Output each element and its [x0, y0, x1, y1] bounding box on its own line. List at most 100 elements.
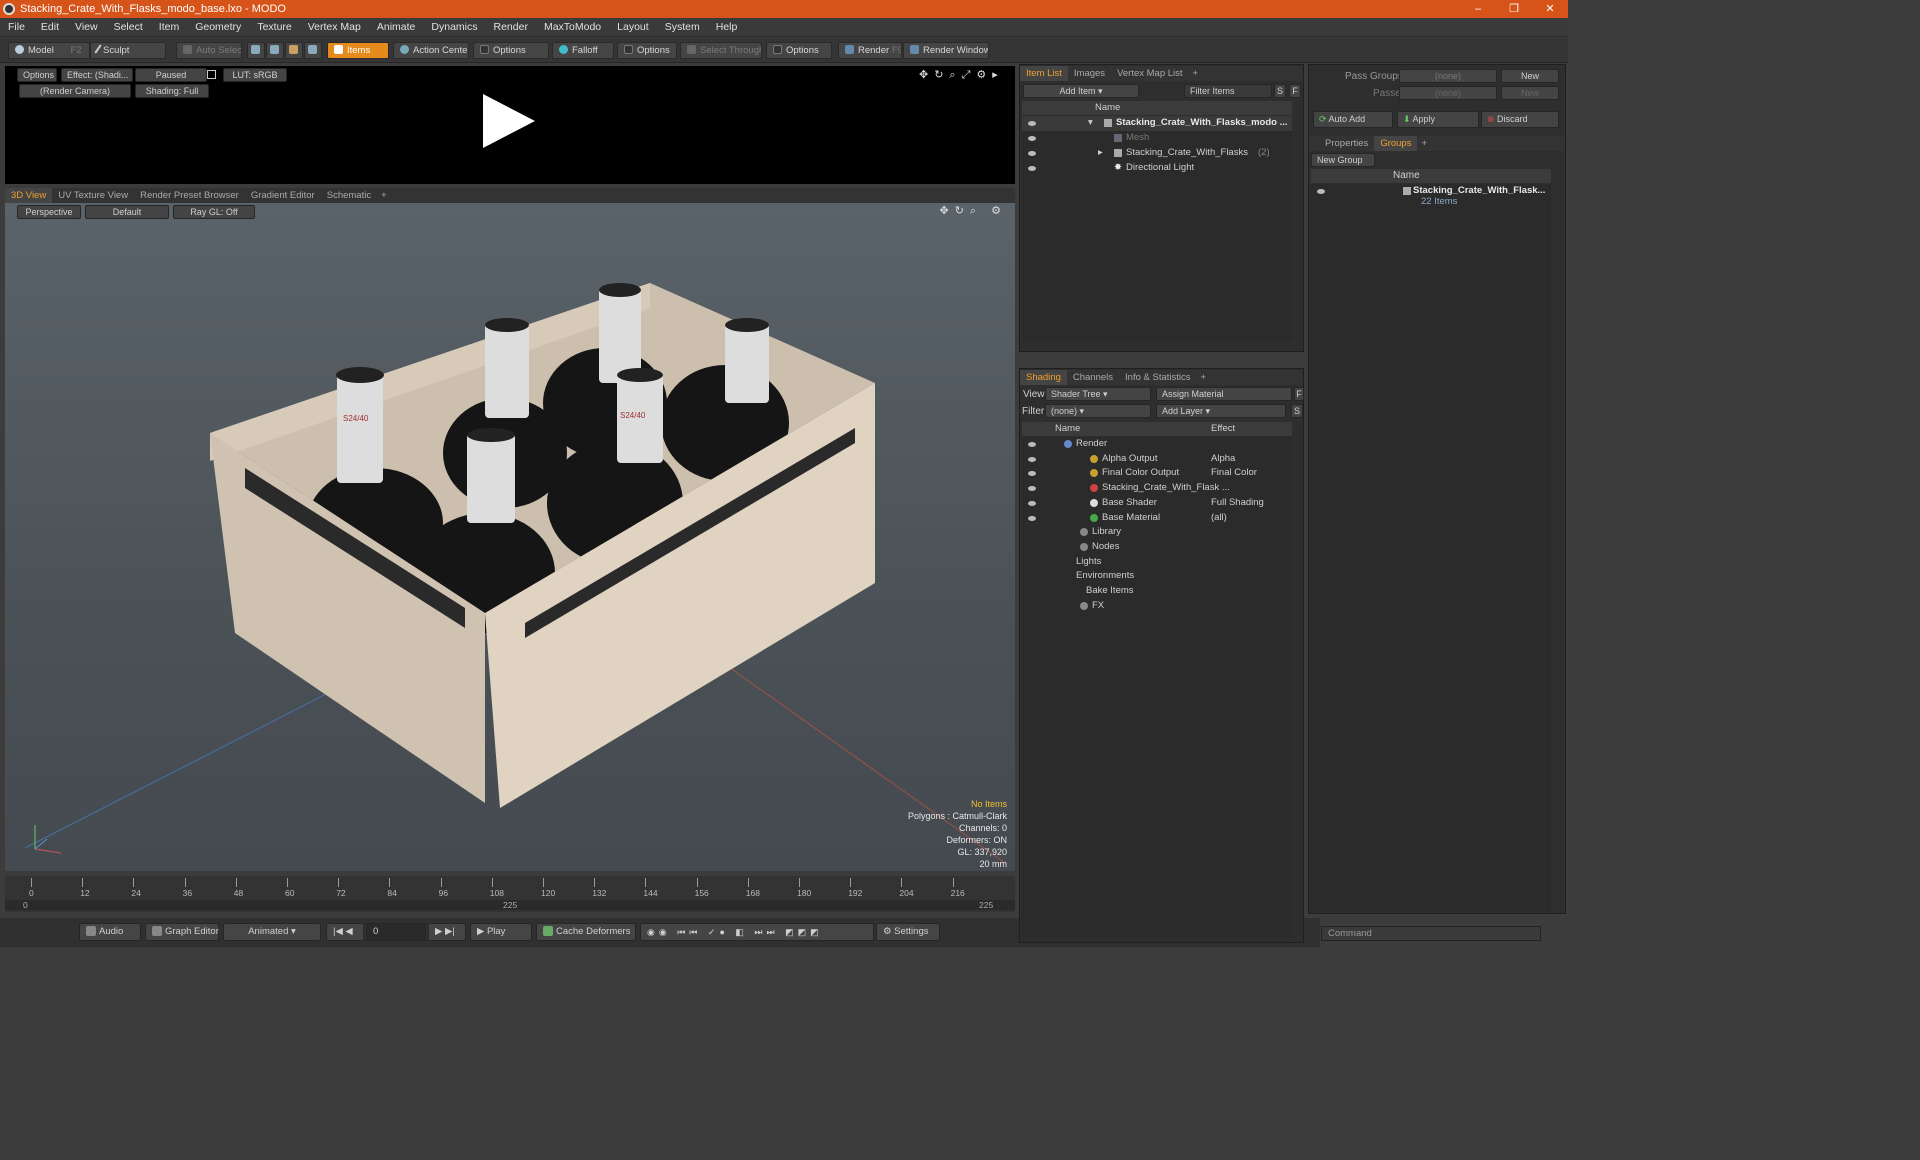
minimize-button[interactable]: –: [1460, 0, 1496, 18]
tab-properties[interactable]: Properties: [1319, 136, 1374, 151]
shader-tree-row[interactable]: Bake Items: [1022, 584, 1292, 599]
auto-add-button[interactable]: ⟳ Auto Add: [1313, 111, 1393, 128]
timeline-range-bar[interactable]: 0 225 225: [5, 900, 1015, 910]
frame-input[interactable]: 0: [366, 923, 426, 941]
shader-tree-row[interactable]: Base Material (all): [1022, 511, 1292, 526]
settings-button[interactable]: ⚙ Settings: [876, 923, 940, 941]
shader-tree-row[interactable]: Render: [1022, 437, 1292, 452]
view-dropdown[interactable]: Shader Tree ▾: [1045, 387, 1151, 401]
shading-dropdown[interactable]: Shading: Full: [135, 84, 209, 98]
menu-select[interactable]: Select: [106, 21, 151, 33]
filter-dropdown[interactable]: (none) ▾: [1045, 404, 1151, 418]
menu-item[interactable]: Item: [151, 21, 187, 33]
command-input[interactable]: Command: [1321, 926, 1541, 941]
list-item[interactable]: ▸ Stacking_Crate_With_Flasks (2): [1022, 146, 1292, 161]
preview-paused-button[interactable]: Paused: [135, 68, 207, 82]
eye-icon[interactable]: [1028, 486, 1036, 492]
falloff-options-button[interactable]: Options: [617, 42, 677, 59]
cache-deformers-button[interactable]: Cache Deformers: [536, 923, 636, 941]
menu-texture[interactable]: Texture: [249, 21, 299, 33]
menu-animate[interactable]: Animate: [369, 21, 424, 33]
select-through-button[interactable]: Select Through: [680, 42, 762, 59]
layer-effect[interactable]: Alpha: [1211, 452, 1235, 466]
shader-tree-row[interactable]: Environments: [1022, 569, 1292, 584]
add-layer-dropdown[interactable]: Add Layer ▾: [1156, 404, 1286, 418]
menu-file[interactable]: File: [0, 21, 33, 33]
materials-mode-button[interactable]: [304, 42, 322, 59]
layer-effect[interactable]: Full Shading: [1211, 496, 1264, 510]
menu-layout[interactable]: Layout: [609, 21, 657, 33]
tab-shading[interactable]: Shading: [1020, 370, 1067, 385]
play-button[interactable]: ▶ Play: [470, 923, 532, 941]
list-item[interactable]: ▾ Stacking_Crate_With_Flasks_modo ...: [1022, 116, 1292, 131]
timeline-ruler[interactable]: 0 12 24 36 48 60 72 84 96 108 120 132 144 156 168 180 19…: [5, 876, 1015, 898]
eye-icon[interactable]: [1028, 166, 1036, 171]
key-tools-icons[interactable]: ◉◉ ⏮⏮ ✓● ◧ ⏭⏭ ◩◩◩: [640, 923, 874, 941]
tab-schematic[interactable]: Schematic: [321, 188, 377, 203]
list-item[interactable]: ✸ Directional Light: [1022, 161, 1292, 176]
preview-nav-icons[interactable]: ✥↻⌕⤢⚙▸: [919, 68, 1004, 82]
tab-info-statistics[interactable]: Info & Statistics: [1119, 370, 1196, 385]
polygons-mode-button[interactable]: [285, 42, 303, 59]
shader-tree-row[interactable]: Stacking_Crate_With_Flask ...: [1022, 481, 1292, 496]
new-pass-group-button[interactable]: New: [1501, 69, 1559, 83]
eye-icon[interactable]: [1028, 471, 1036, 477]
tab-gradient-editor[interactable]: Gradient Editor: [245, 188, 321, 203]
action-center-button[interactable]: Action Center: [393, 42, 469, 59]
menu-geometry[interactable]: Geometry: [187, 21, 249, 33]
play-preview-icon[interactable]: [483, 94, 535, 148]
eye-icon[interactable]: [1028, 136, 1036, 141]
vertices-mode-button[interactable]: [247, 42, 265, 59]
menu-render[interactable]: Render: [486, 21, 536, 33]
add-tab-icon[interactable]: +: [1417, 138, 1431, 149]
skip-end-icon[interactable]: ▶ ▶|: [428, 923, 466, 941]
layer-effect[interactable]: Final Color: [1211, 466, 1257, 480]
shader-tree-row[interactable]: FX: [1022, 599, 1292, 614]
eye-icon[interactable]: [1028, 515, 1036, 521]
shader-tree-row[interactable]: Final Color Output Final Color: [1022, 466, 1292, 481]
menu-view[interactable]: View: [67, 21, 106, 33]
lut-dropdown[interactable]: LUT: sRGB: [223, 68, 287, 82]
tab-render-preset-browser[interactable]: Render Preset Browser: [134, 188, 245, 203]
graph-editor-button[interactable]: Graph Editor: [145, 923, 219, 941]
maximize-button[interactable]: ❐: [1496, 0, 1532, 18]
discard-button[interactable]: ⊗ Discard: [1481, 111, 1559, 128]
select-through-options-button[interactable]: Options: [766, 42, 832, 59]
eye-icon[interactable]: [1028, 500, 1036, 506]
render-button[interactable]: Render F9: [838, 42, 902, 59]
tab-images[interactable]: Images: [1068, 66, 1111, 81]
passes-dropdown[interactable]: (none): [1399, 86, 1497, 100]
shader-tree-row[interactable]: Library: [1022, 525, 1292, 540]
add-tab-icon[interactable]: +: [1189, 68, 1203, 79]
list-item[interactable]: Mesh: [1022, 131, 1292, 146]
render-camera-dropdown[interactable]: (Render Camera): [19, 84, 131, 98]
falloff-button[interactable]: Falloff: [552, 42, 614, 59]
3d-viewport[interactable]: Perspective Default Ray GL: Off ✥↻⌕ ⚙ S2…: [5, 203, 1015, 871]
list-item[interactable]: Stacking_Crate_With_Flask... 22 Items: [1311, 184, 1551, 210]
assign-material-dropdown[interactable]: Assign Material: [1156, 387, 1292, 401]
eye-icon[interactable]: [1028, 151, 1036, 156]
menu-dynamics[interactable]: Dynamics: [423, 21, 485, 33]
s-button[interactable]: S: [1291, 404, 1303, 418]
shader-tree-row[interactable]: Lights: [1022, 555, 1292, 570]
auto-select-button[interactable]: Auto Select: [176, 42, 242, 59]
model-mode-button[interactable]: Model F2: [8, 42, 90, 59]
layer-effect[interactable]: (all): [1211, 511, 1227, 525]
action-center-options-button[interactable]: Options: [473, 42, 549, 59]
animated-dropdown[interactable]: Animated ▾: [223, 923, 321, 941]
eye-icon[interactable]: [1028, 121, 1036, 126]
render-window-button[interactable]: Render Window: [903, 42, 989, 59]
tab-3d-view[interactable]: 3D View: [5, 188, 53, 203]
close-button[interactable]: ✕: [1532, 0, 1568, 18]
f-button[interactable]: F: [1294, 387, 1304, 401]
edges-mode-button[interactable]: [266, 42, 284, 59]
pass-groups-dropdown[interactable]: (none): [1399, 69, 1497, 83]
menu-help[interactable]: Help: [708, 21, 746, 33]
filter-s-button[interactable]: S: [1274, 84, 1286, 98]
tab-uv-texture-view[interactable]: UV Texture View: [52, 188, 134, 203]
add-tab-icon[interactable]: +: [377, 190, 391, 201]
menu-edit[interactable]: Edit: [33, 21, 67, 33]
tab-groups[interactable]: Groups: [1374, 136, 1418, 151]
audio-button[interactable]: Audio: [79, 923, 141, 941]
preview-options-button[interactable]: Options: [17, 68, 57, 82]
